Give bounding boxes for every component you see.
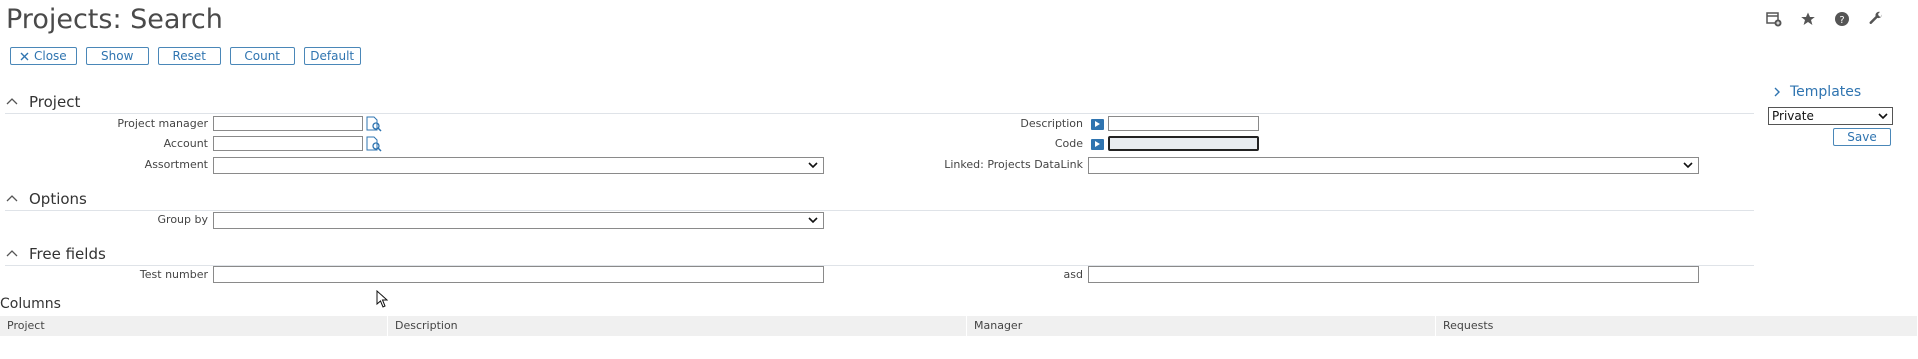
column-header-manager[interactable]: Manager	[967, 316, 1436, 336]
save-template-button[interactable]: Save	[1833, 128, 1891, 146]
lookup-icon[interactable]	[365, 136, 383, 152]
assortment-select[interactable]	[213, 157, 824, 174]
toolbar: Close Show Reset Count Default	[10, 47, 361, 65]
chevron-down-icon	[808, 217, 818, 224]
group-by-label: Group by	[157, 213, 208, 226]
wrench-icon[interactable]	[1867, 10, 1885, 28]
mouse-cursor-icon	[376, 290, 388, 308]
close-icon	[20, 52, 29, 60]
project-manager-field[interactable]	[213, 116, 363, 131]
reset-button[interactable]: Reset	[157, 47, 221, 65]
asd-field[interactable]	[1088, 266, 1699, 283]
project-section-header[interactable]: Project	[5, 91, 1754, 114]
test-number-label: Test number	[139, 268, 208, 281]
chevron-down-icon	[808, 162, 818, 169]
play-icon[interactable]	[1091, 139, 1104, 150]
description-field[interactable]	[1108, 116, 1259, 131]
help-icon[interactable]: ?	[1833, 10, 1851, 28]
linked-datalink-select[interactable]	[1088, 157, 1699, 174]
close-button-label: Close	[34, 49, 67, 63]
asd-label: asd	[1063, 268, 1083, 281]
page-title: Projects: Search	[6, 4, 223, 35]
add-widget-icon[interactable]	[1765, 10, 1783, 28]
close-button[interactable]: Close	[10, 47, 77, 65]
count-button-label: Count	[244, 49, 281, 63]
svg-text:?: ?	[1839, 15, 1844, 26]
templates-select[interactable]: Private	[1768, 107, 1893, 125]
default-button[interactable]: Default	[303, 47, 361, 65]
play-icon[interactable]	[1091, 119, 1104, 130]
lookup-icon[interactable]	[365, 116, 383, 132]
columns-title: Columns	[0, 296, 61, 312]
options-section-title: Options	[29, 190, 87, 208]
project-manager-label: Project manager	[117, 117, 208, 130]
column-header-description[interactable]: Description	[388, 316, 967, 336]
column-header-project[interactable]: Project	[0, 316, 388, 336]
top-icon-bar: ?	[1765, 10, 1885, 28]
chevron-up-icon	[6, 250, 18, 257]
chevron-down-icon	[1878, 113, 1888, 120]
show-button[interactable]: Show	[85, 47, 149, 65]
templates-toggle[interactable]: Templates	[1772, 84, 1861, 100]
show-button-label: Show	[101, 49, 134, 63]
group-by-select[interactable]	[213, 212, 824, 229]
account-field[interactable]	[213, 136, 363, 151]
account-label: Account	[163, 137, 208, 150]
code-field[interactable]	[1108, 136, 1259, 151]
reset-button-label: Reset	[172, 49, 206, 63]
chevron-up-icon	[6, 195, 18, 202]
columns-header-row: Project Description Manager Requests	[0, 316, 1918, 336]
chevron-right-icon	[1774, 87, 1780, 97]
column-header-requests[interactable]: Requests	[1436, 316, 1918, 336]
assortment-label: Assortment	[144, 158, 208, 171]
free-fields-section-title: Free fields	[29, 245, 106, 263]
chevron-up-icon	[6, 98, 18, 105]
test-number-field[interactable]	[213, 266, 824, 283]
chevron-down-icon	[1683, 162, 1693, 169]
code-label: Code	[1054, 137, 1083, 150]
count-button[interactable]: Count	[229, 47, 295, 65]
templates-title: Templates	[1790, 84, 1862, 100]
default-button-label: Default	[310, 49, 355, 63]
options-section-header[interactable]: Options	[5, 188, 1754, 211]
templates-selected-value: Private	[1772, 109, 1814, 123]
free-fields-section-header[interactable]: Free fields	[5, 243, 1754, 266]
star-icon[interactable]	[1799, 10, 1817, 28]
linked-datalink-label: Linked: Projects DataLink	[944, 158, 1083, 171]
description-label: Description	[1020, 117, 1083, 130]
project-section-title: Project	[29, 93, 81, 111]
